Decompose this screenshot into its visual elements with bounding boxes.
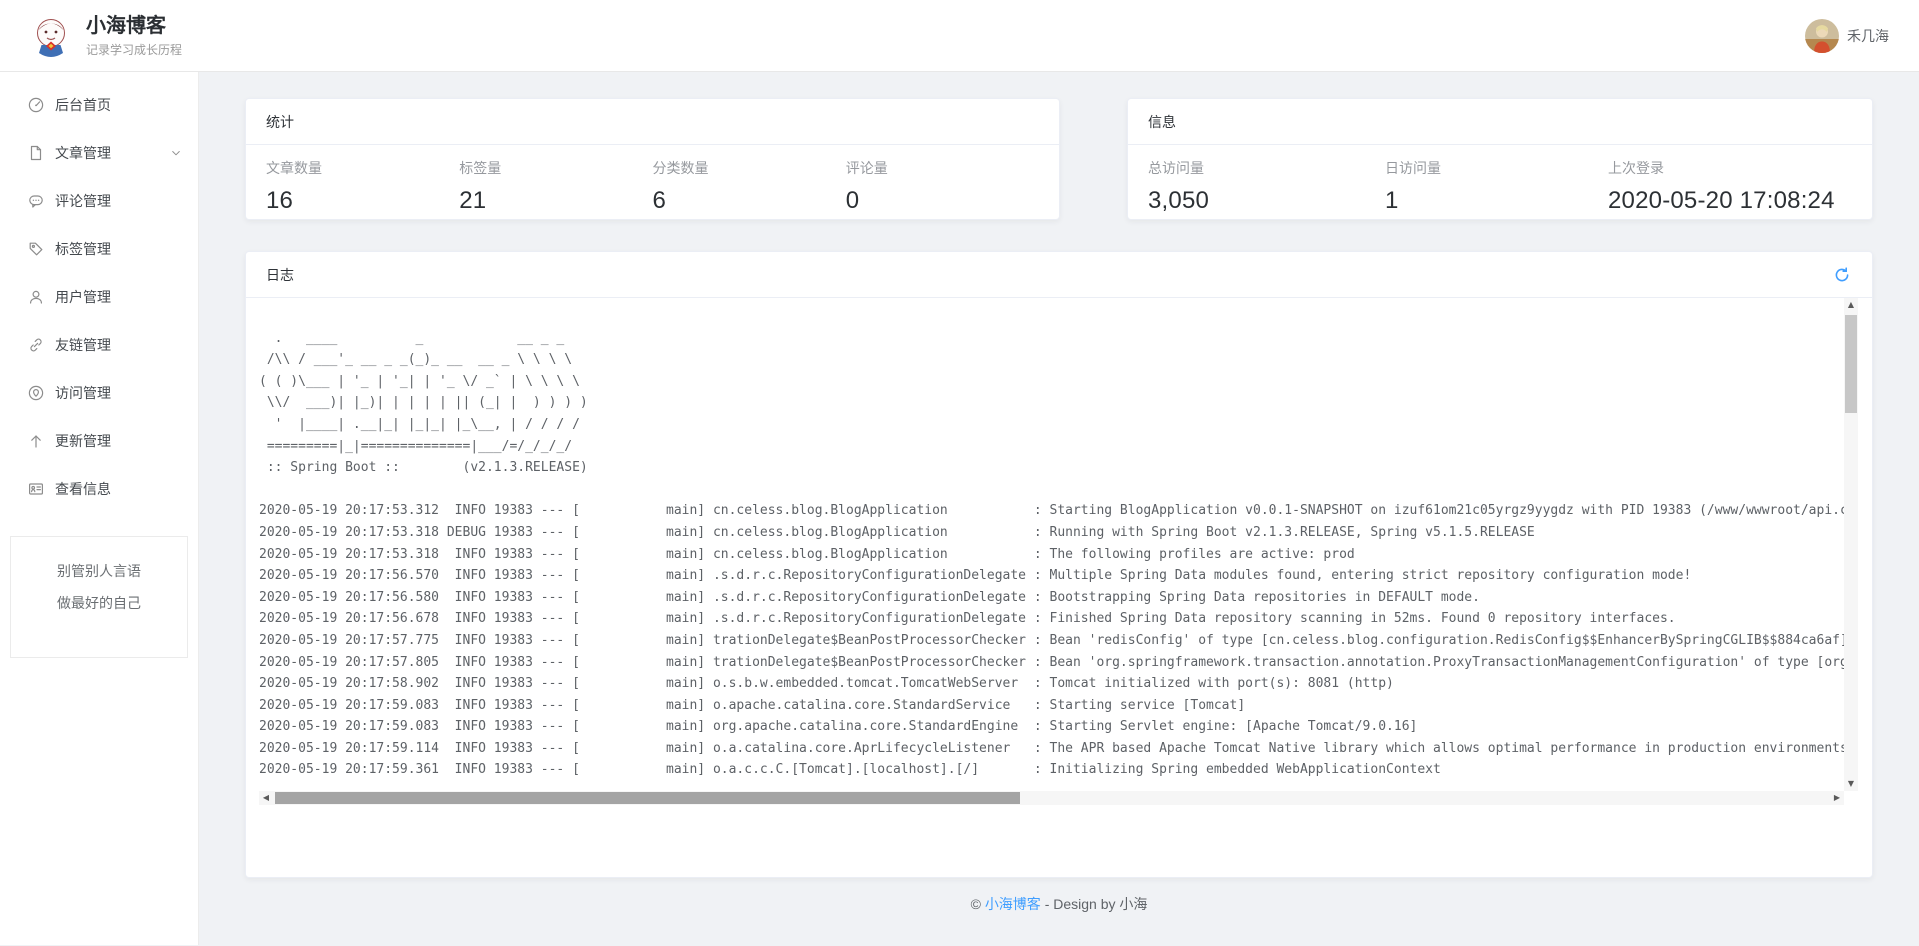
idcard-icon bbox=[28, 481, 44, 497]
comment-icon bbox=[28, 193, 44, 209]
sidebar-item-idcard[interactable]: 查看信息 bbox=[0, 465, 198, 513]
brand: 小海博客 记录学习成长历程 bbox=[28, 13, 182, 59]
dashboard-icon bbox=[28, 97, 44, 113]
stat-item: 评论量 0 bbox=[846, 158, 1039, 215]
stat-label: 文章数量 bbox=[266, 158, 459, 178]
log-card: 日志 . ____ _ __ _ _ /\\ / ___'_ __ _ _(_)… bbox=[245, 251, 1873, 878]
stat-item: 文章数量 16 bbox=[266, 158, 459, 215]
stat-item: 分类数量 6 bbox=[653, 158, 846, 215]
scroll-down-icon[interactable]: ▼ bbox=[1844, 777, 1858, 791]
info-value: 2020-05-20 17:08:24 bbox=[1608, 187, 1852, 215]
footer-blog-link[interactable]: 小海博客 bbox=[985, 896, 1041, 912]
info-item: 日访问量 1 bbox=[1385, 158, 1608, 215]
place-icon bbox=[28, 385, 44, 401]
sidebar-item-tag[interactable]: 标签管理 bbox=[0, 225, 198, 273]
refresh-icon[interactable] bbox=[1834, 266, 1852, 284]
stat-label: 分类数量 bbox=[653, 158, 846, 178]
document-icon bbox=[28, 145, 44, 161]
info-label: 总访问量 bbox=[1148, 158, 1385, 178]
info-item: 上次登录 2020-05-20 17:08:24 bbox=[1608, 158, 1852, 215]
sidebar-item-link[interactable]: 友链管理 bbox=[0, 321, 198, 369]
info-label: 日访问量 bbox=[1385, 158, 1608, 178]
footer-design-text: - Design by 小海 bbox=[1041, 896, 1148, 912]
vertical-scrollbar-thumb[interactable] bbox=[1845, 315, 1857, 413]
sidebar-item-label: 用户管理 bbox=[55, 287, 111, 307]
log-card-title: 日志 bbox=[266, 265, 294, 285]
sidebar: 后台首页文章管理评论管理标签管理用户管理友链管理访问管理更新管理查看信息 别管别… bbox=[0, 72, 199, 945]
stat-item: 标签量 21 bbox=[459, 158, 652, 215]
sidebar-item-label: 更新管理 bbox=[55, 431, 111, 451]
scroll-up-icon[interactable]: ▲ bbox=[1844, 298, 1858, 312]
copyright-text: © bbox=[971, 896, 985, 912]
sidebar-menu: 后台首页文章管理评论管理标签管理用户管理友链管理访问管理更新管理查看信息 bbox=[0, 81, 198, 513]
stats-card-title: 统计 bbox=[246, 99, 1059, 145]
stat-value: 6 bbox=[653, 187, 846, 215]
sidebar-item-label: 查看信息 bbox=[55, 479, 111, 499]
horizontal-scrollbar-thumb[interactable] bbox=[275, 792, 1020, 804]
info-label: 上次登录 bbox=[1608, 158, 1852, 178]
info-value: 1 bbox=[1385, 187, 1608, 215]
sidebar-item-document[interactable]: 文章管理 bbox=[0, 129, 198, 177]
user-icon bbox=[28, 289, 44, 305]
sidebar-item-comment[interactable]: 评论管理 bbox=[0, 177, 198, 225]
page-subtitle: 记录学习成长历程 bbox=[86, 41, 182, 58]
sidebar-item-user[interactable]: 用户管理 bbox=[0, 273, 198, 321]
sidebar-item-label: 友链管理 bbox=[55, 335, 111, 355]
username-label: 禾几海 bbox=[1847, 26, 1889, 46]
sidebar-item-label: 访问管理 bbox=[55, 383, 111, 403]
page-title: 小海博客 bbox=[86, 14, 182, 38]
info-card: 信息 总访问量 3,050日访问量 1上次登录 2020-05-20 17:08:24 bbox=[1127, 98, 1873, 220]
sidebar-item-label: 后台首页 bbox=[55, 95, 111, 115]
chevron-down-icon bbox=[170, 147, 182, 159]
quote-line: 别管别人言语 bbox=[11, 563, 187, 579]
vertical-scrollbar[interactable]: ▲ ▼ bbox=[1844, 298, 1858, 791]
quote-line: 做最好的自己 bbox=[11, 595, 187, 611]
stat-label: 标签量 bbox=[459, 158, 652, 178]
top-header: 小海博客 记录学习成长历程 禾几海 bbox=[0, 0, 1919, 72]
user-menu[interactable]: 禾几海 bbox=[1805, 19, 1889, 53]
tag-icon bbox=[28, 241, 44, 257]
info-item: 总访问量 3,050 bbox=[1148, 158, 1385, 215]
info-card-title: 信息 bbox=[1128, 99, 1872, 145]
upload-arrow-icon bbox=[28, 433, 44, 449]
main-content: 统计 文章数量 16标签量 21分类数量 6评论量 0 信息 总访问量 3,050日访问量… bbox=[199, 72, 1919, 945]
stat-label: 评论量 bbox=[846, 158, 1039, 178]
log-output: . ____ _ __ _ _ /\\ / ___'_ __ _ _(_)_ _… bbox=[259, 298, 1844, 791]
sidebar-item-dashboard[interactable]: 后台首页 bbox=[0, 81, 198, 129]
quote-box: 别管别人言语 做最好的自己 bbox=[10, 536, 188, 658]
user-avatar bbox=[1805, 19, 1839, 53]
stat-value: 21 bbox=[459, 187, 652, 215]
sidebar-item-label: 标签管理 bbox=[55, 239, 111, 259]
sidebar-item-place[interactable]: 访问管理 bbox=[0, 369, 198, 417]
link-icon bbox=[28, 337, 44, 353]
stat-value: 16 bbox=[266, 187, 459, 215]
scroll-left-icon[interactable]: ◀ bbox=[259, 791, 273, 805]
blog-logo bbox=[28, 13, 74, 59]
info-value: 3,050 bbox=[1148, 187, 1385, 215]
scroll-right-icon[interactable]: ▶ bbox=[1830, 791, 1844, 805]
sidebar-item-label: 评论管理 bbox=[55, 191, 111, 211]
stats-card: 统计 文章数量 16标签量 21分类数量 6评论量 0 bbox=[245, 98, 1060, 220]
horizontal-scrollbar[interactable]: ◀ ▶ bbox=[259, 791, 1844, 805]
log-viewport[interactable]: . ____ _ __ _ _ /\\ / ___'_ __ _ _(_)_ _… bbox=[259, 298, 1858, 791]
sidebar-item-upload-arrow[interactable]: 更新管理 bbox=[0, 417, 198, 465]
footer: © 小海博客 - Design by 小海 bbox=[245, 894, 1873, 914]
stat-value: 0 bbox=[846, 187, 1039, 215]
sidebar-item-label: 文章管理 bbox=[55, 143, 111, 163]
